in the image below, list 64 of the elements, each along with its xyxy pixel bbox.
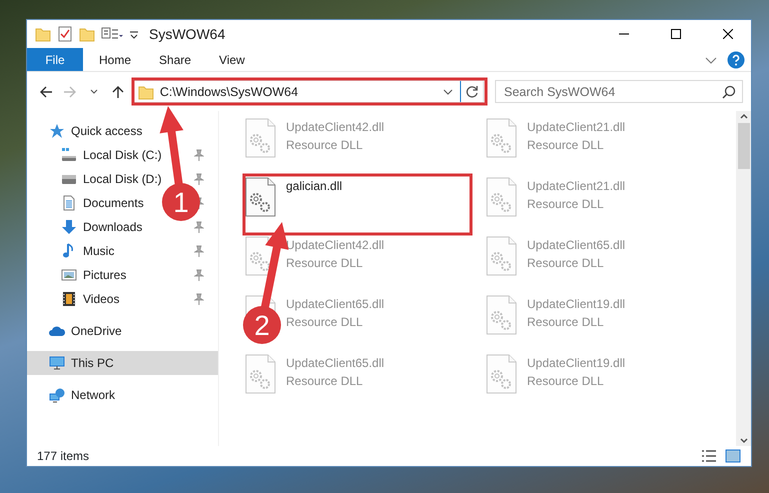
window-title: SysWOW64 xyxy=(149,24,226,44)
file-type: Resource DLL xyxy=(286,373,364,390)
up-arrow-icon xyxy=(110,84,125,98)
sidebar-item[interactable]: Videos xyxy=(27,287,218,311)
picture-icon xyxy=(61,267,77,283)
forward-arrow-icon xyxy=(62,84,77,98)
dll-file-icon xyxy=(486,236,517,276)
scrollbar[interactable] xyxy=(736,111,751,446)
monitor-icon xyxy=(49,355,65,371)
chevron-down-icon xyxy=(88,86,99,96)
dll-file-icon xyxy=(486,118,517,158)
search-field[interactable]: Search SysWOW64 xyxy=(495,80,744,103)
file-type: Resource DLL xyxy=(527,255,605,272)
dll-file-icon xyxy=(486,177,517,217)
ribbon-tab[interactable]: View xyxy=(205,48,259,71)
scroll-up-icon[interactable] xyxy=(738,111,748,121)
star-icon xyxy=(49,123,65,139)
file-type: Resource DLL xyxy=(527,137,605,154)
sidebar-item[interactable]: Music xyxy=(27,239,218,263)
file-type: Resource DLL xyxy=(286,137,364,154)
close-icon xyxy=(723,29,733,39)
dll-file-icon xyxy=(486,295,517,335)
document-icon xyxy=(61,195,77,211)
dll-file-icon xyxy=(245,118,276,158)
details-view-icon[interactable] xyxy=(701,449,717,463)
file-type: Resource DLL xyxy=(286,255,364,272)
file-type: Resource DLL xyxy=(527,314,605,331)
file-type: Resource DLL xyxy=(286,314,364,331)
checklist-icon[interactable] xyxy=(57,26,73,42)
sidebar-item[interactable]: Downloads xyxy=(27,215,218,239)
sidebar-item[interactable]: Pictures xyxy=(27,263,218,287)
file-type: Resource DLL xyxy=(527,196,605,213)
search-icon[interactable] xyxy=(722,85,736,99)
ribbon-tab[interactable]: Home xyxy=(85,48,146,71)
step-number: 2 xyxy=(254,310,270,341)
step-number: 1 xyxy=(173,187,189,218)
folder-icon xyxy=(138,84,154,100)
film-strip-icon xyxy=(61,291,77,307)
network-icon xyxy=(49,387,65,403)
sidebar-item[interactable]: OneDrive xyxy=(27,319,218,343)
step-badge xyxy=(162,183,200,221)
step-badge xyxy=(243,306,281,344)
item-count: 177 items xyxy=(37,448,90,465)
dll-file-icon xyxy=(486,354,517,394)
refresh-icon[interactable] xyxy=(465,84,480,98)
ribbon-tab[interactable]: Share xyxy=(145,48,206,71)
dll-file-icon xyxy=(245,354,276,394)
address-path: C:\Windows\SysWOW64 xyxy=(160,84,298,98)
file-name[interactable]: galician.dll xyxy=(286,177,342,195)
sidebar-item[interactable]: Network xyxy=(27,383,218,407)
file-type: Resource DLL xyxy=(527,373,605,390)
scrollbar-thumb[interactable] xyxy=(738,123,750,169)
back-arrow-icon xyxy=(38,84,53,98)
download-arrow-icon xyxy=(61,219,77,235)
address-bar[interactable]: C:\Windows\SysWOW64 xyxy=(132,80,484,103)
drive-icon xyxy=(61,147,77,163)
scroll-down-icon[interactable] xyxy=(738,436,748,446)
help-icon[interactable] xyxy=(727,50,745,68)
large-icons-view-icon[interactable] xyxy=(725,449,741,463)
file-tab[interactable]: File xyxy=(27,48,83,71)
sidebar-item[interactable]: Quick access xyxy=(27,119,218,143)
sidebar-item[interactable]: This PC xyxy=(27,351,218,375)
maximize-icon xyxy=(671,29,681,39)
dll-file-icon xyxy=(245,177,276,217)
